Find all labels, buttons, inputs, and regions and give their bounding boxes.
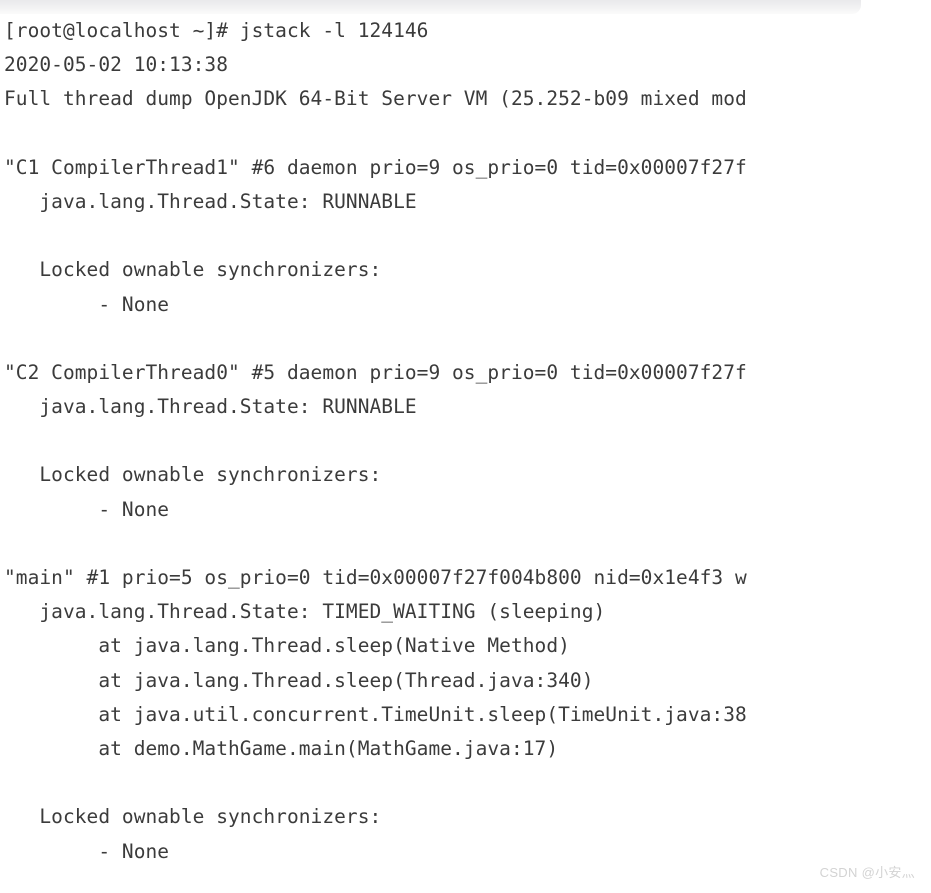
terminal-line: "main" #1 prio=5 os_prio=0 tid=0x00007f2… xyxy=(4,566,747,589)
terminal-line: - None xyxy=(4,839,170,863)
terminal-line: - None xyxy=(4,497,170,521)
terminal-line: at java.util.concurrent.TimeUnit.sleep(T… xyxy=(4,702,747,726)
terminal-line: [root@localhost ~]# jstack -l 124146 xyxy=(4,19,429,42)
terminal-line: at java.lang.Thread.sleep(Native Method) xyxy=(4,634,570,658)
terminal-line: Locked ownable synchronizers: xyxy=(4,805,382,829)
terminal-line: java.lang.Thread.State: TIMED_WAITING (s… xyxy=(4,600,606,624)
csdn-watermark: CSDN @小安灬 xyxy=(819,865,915,880)
terminal-line: 2020-05-02 10:13:38 xyxy=(4,53,229,77)
terminal-console-output[interactable]: [root@localhost ~]# jstack -l 124146 202… xyxy=(0,14,931,893)
terminal-line: "C2 CompilerThread0" #5 daemon prio=9 os… xyxy=(4,360,747,384)
terminal-line: - None xyxy=(4,292,170,316)
terminal-line: Locked ownable synchronizers: xyxy=(4,258,382,282)
terminal-line: at java.lang.Thread.sleep(Thread.java:34… xyxy=(4,668,594,692)
terminal-line: java.lang.Thread.State: RUNNABLE xyxy=(4,395,417,419)
window-top-bar xyxy=(0,0,861,14)
terminal-line: "C1 CompilerThread1" #6 daemon prio=9 os… xyxy=(4,155,747,179)
terminal-line: Locked ownable synchronizers: xyxy=(4,463,382,487)
terminal-line: at demo.MathGame.main(MathGame.java:17) xyxy=(4,736,559,760)
terminal-line: Full thread dump OpenJDK 64-Bit Server V… xyxy=(4,87,747,111)
terminal-line: java.lang.Thread.State: RUNNABLE xyxy=(4,189,417,213)
